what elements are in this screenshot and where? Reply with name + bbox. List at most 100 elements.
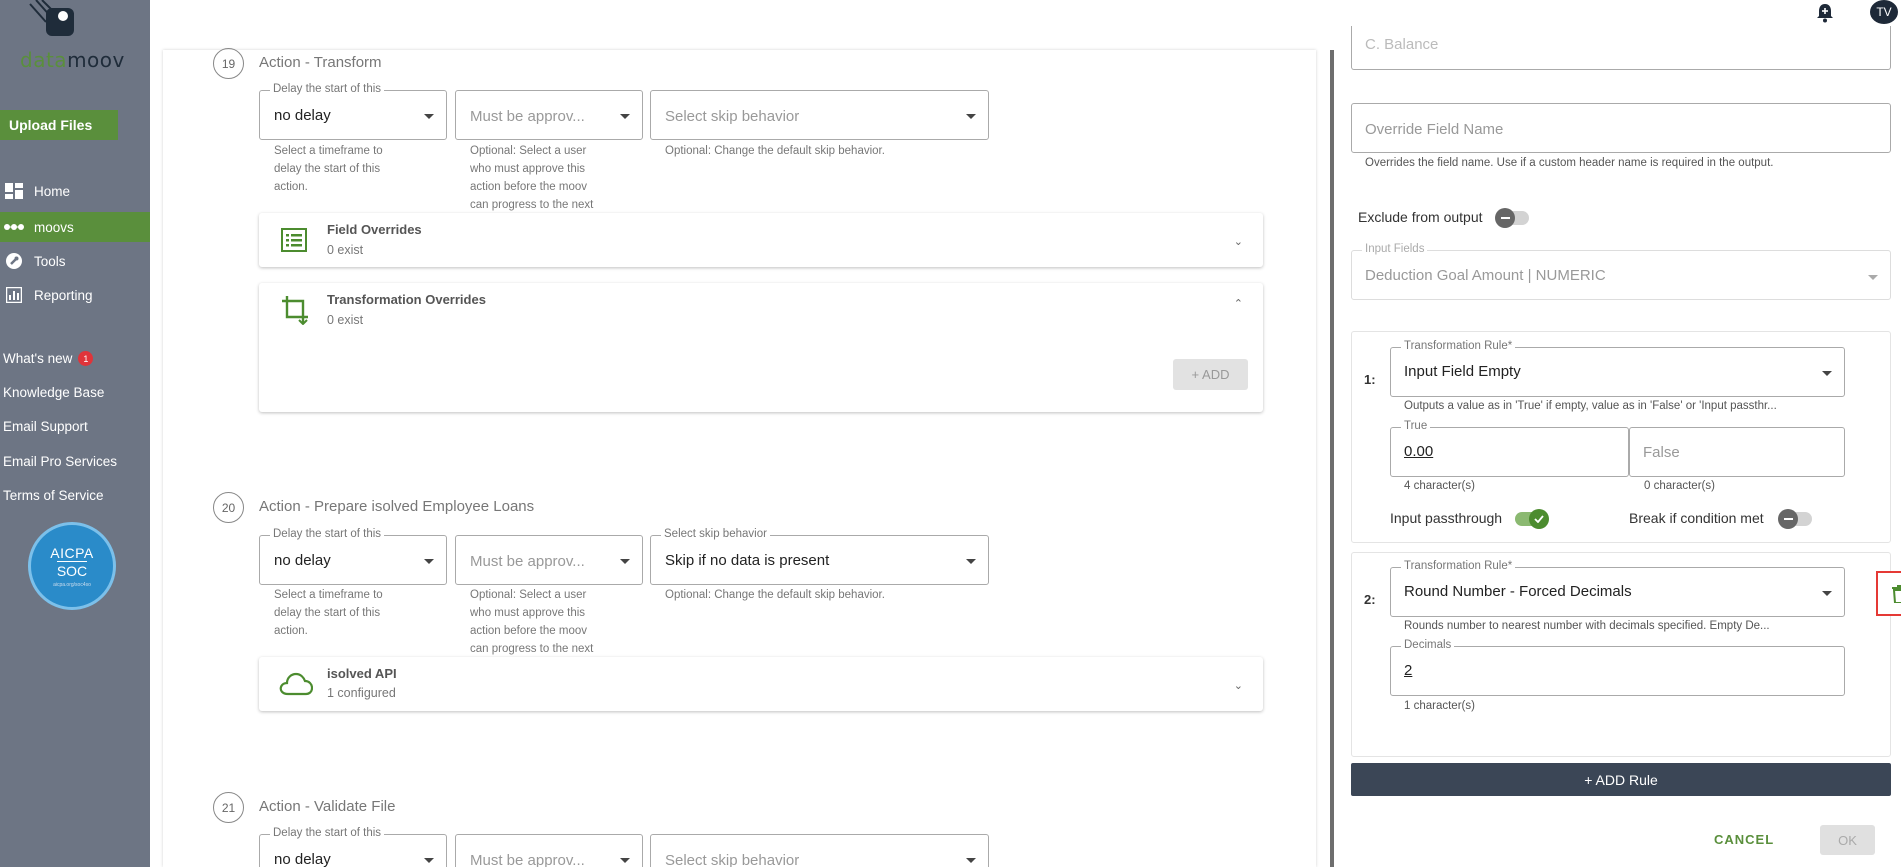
isolved-api-status: 1 configured [327, 686, 396, 700]
transformation-rule-label: Transformation Rule* [1401, 560, 1516, 572]
rule-help: Outputs a value as in 'True' if empty, v… [1404, 400, 1777, 412]
true-value-label: True [1401, 420, 1431, 432]
nav-tools[interactable]: Tools [0, 246, 150, 276]
logo-text: datamoov [20, 48, 125, 72]
skip-behavior-select[interactable]: Select skip behavior Skip if no data is … [650, 528, 989, 585]
decimals-input[interactable]: Decimals 2 [1390, 639, 1845, 696]
input-fields-value: Deduction Goal Amount | NUMERIC [1365, 267, 1606, 284]
toggle-off-icon [1778, 509, 1798, 529]
add-transformation-override-button[interactable]: + ADD [1173, 359, 1248, 390]
cancel-button[interactable]: CANCEL [1714, 832, 1774, 847]
transformation-overrides-count: 0 exist [327, 313, 364, 327]
link-knowledge-base[interactable]: Knowledge Base [3, 385, 104, 400]
transformation-rule-select[interactable]: Transformation Rule* Round Number - Forc… [1390, 560, 1845, 617]
transformation-rule-value: Round Number - Forced Decimals [1404, 583, 1632, 600]
field-name-input[interactable]: C. Balance [1351, 26, 1891, 70]
caret-down-icon [424, 114, 434, 119]
caret-down-icon [620, 858, 630, 863]
approver-select-placeholder: Must be approv... [470, 108, 585, 125]
exclude-from-output-toggle[interactable] [1495, 208, 1529, 228]
transformation-rule-value: Input Field Empty [1404, 363, 1521, 380]
caret-down-icon [966, 858, 976, 863]
delay-select-label: Delay the start of this [270, 827, 385, 839]
approver-help: Optional: Select a user who must approve … [470, 589, 594, 655]
upload-files-button[interactable]: Upload Files [0, 110, 118, 140]
approver-select-placeholder: Must be approv... [470, 553, 585, 570]
false-value-input[interactable]: False [1629, 427, 1845, 477]
skip-behavior-placeholder: Select skip behavior [665, 108, 800, 125]
bell-plus-icon[interactable] [1814, 2, 1836, 24]
chevron-up-icon[interactable]: ⌃ [1234, 297, 1243, 310]
rule-number: 2: [1364, 592, 1376, 607]
approver-select[interactable]: Must be approv... [455, 535, 643, 585]
override-help: Overrides the field name. Use if a custo… [1365, 157, 1774, 169]
caret-down-icon [424, 559, 434, 564]
caret-down-icon [1868, 275, 1878, 280]
decimals-label: Decimals [1401, 639, 1455, 651]
aicpa-line1: AICPA [50, 544, 94, 561]
skip-behavior-select[interactable]: Select skip behavior [650, 834, 989, 867]
chevron-down-icon[interactable]: ⌄ [1234, 235, 1243, 248]
skip-behavior-value: Skip if no data is present [665, 552, 830, 569]
step-title: Action - Validate File [259, 798, 396, 815]
break-if-condition-met-toggle[interactable] [1778, 509, 1812, 529]
step-number: 19 [213, 48, 244, 79]
nav-home[interactable]: Home [0, 176, 150, 206]
field-overrides-card[interactable]: Field Overrides 0 exist ⌄ [259, 213, 1263, 267]
ok-button[interactable]: OK [1820, 825, 1875, 855]
transformation-overrides-title: Transformation Overrides [327, 292, 486, 307]
link-email-support[interactable]: Email Support [3, 419, 88, 434]
delete-rule-button[interactable] [1876, 571, 1901, 616]
wrench-icon [4, 253, 24, 269]
override-field-name-input[interactable]: Override Field Name [1351, 103, 1891, 153]
caret-down-icon [966, 114, 976, 119]
aicpa-soc-badge: AICPA SOC aicpa.org/soc4so [28, 522, 116, 610]
true-value: 0.00 [1404, 443, 1434, 460]
skip-behavior-select[interactable]: Select skip behavior [650, 90, 989, 140]
approver-select-placeholder: Must be approv... [470, 852, 585, 867]
delay-select[interactable]: Delay the start of this no delay [259, 83, 447, 140]
transformation-rule-select[interactable]: Transformation Rule* Input Field Empty [1390, 340, 1845, 397]
nav-moovs[interactable]: moovs [0, 212, 150, 242]
moovs-icon [4, 219, 24, 235]
skip-behavior-label: Select skip behavior [661, 528, 770, 540]
link-whats-new[interactable]: What's new 1 [3, 351, 94, 366]
cloud-icon [279, 672, 313, 696]
check-icon [1529, 509, 1549, 529]
step-title: Action - Prepare isolved Employee Loans [259, 498, 535, 515]
input-fields-label: Input Fields [1362, 243, 1428, 255]
caret-down-icon [620, 559, 630, 564]
caret-down-icon [966, 559, 976, 564]
aicpa-line2: SOC [56, 560, 88, 579]
input-passthrough-toggle[interactable] [1515, 509, 1549, 529]
scrollbar[interactable] [1330, 50, 1334, 867]
decimals-char-count: 1 character(s) [1404, 700, 1475, 712]
approver-select[interactable]: Must be approv... [455, 90, 643, 140]
delay-help: Select a timeframe to delay the start of … [274, 145, 383, 193]
approver-select[interactable]: Must be approv... [455, 834, 643, 867]
user-avatar[interactable]: TV [1870, 0, 1898, 24]
skip-help: Optional: Change the default skip behavi… [665, 589, 885, 601]
true-value-input[interactable]: True 0.00 [1390, 420, 1629, 477]
list-icon [281, 228, 307, 252]
nav-reporting[interactable]: Reporting [0, 280, 150, 310]
true-char-count: 4 character(s) [1404, 480, 1475, 492]
nav-moovs-label: moovs [34, 219, 74, 235]
add-rule-button[interactable]: + ADD Rule [1351, 763, 1891, 796]
top-bar [150, 0, 1901, 26]
nav-tools-label: Tools [34, 253, 66, 269]
transformation-rule-label: Transformation Rule* [1401, 340, 1516, 352]
chevron-down-icon[interactable]: ⌄ [1234, 679, 1243, 692]
delay-select[interactable]: Delay the start of this no delay [259, 827, 447, 867]
link-email-pro-services[interactable]: Email Pro Services [3, 454, 117, 469]
link-terms-of-service[interactable]: Terms of Service [3, 488, 104, 503]
delay-select[interactable]: Delay the start of this no delay [259, 528, 447, 585]
caret-down-icon [1822, 591, 1832, 596]
rule-help: Rounds number to nearest number with dec… [1404, 620, 1770, 632]
input-fields-select: Input Fields Deduction Goal Amount | NUM… [1351, 243, 1891, 300]
field-name-value: C. Balance [1365, 36, 1439, 53]
field-overrides-count: 0 exist [327, 243, 364, 257]
transformation-overrides-card: Transformation Overrides 0 exist ⌃ [259, 283, 1263, 412]
isolved-api-card[interactable]: isolved API 1 configured ⌄ [259, 657, 1263, 711]
delay-select-label: Delay the start of this [270, 528, 385, 540]
